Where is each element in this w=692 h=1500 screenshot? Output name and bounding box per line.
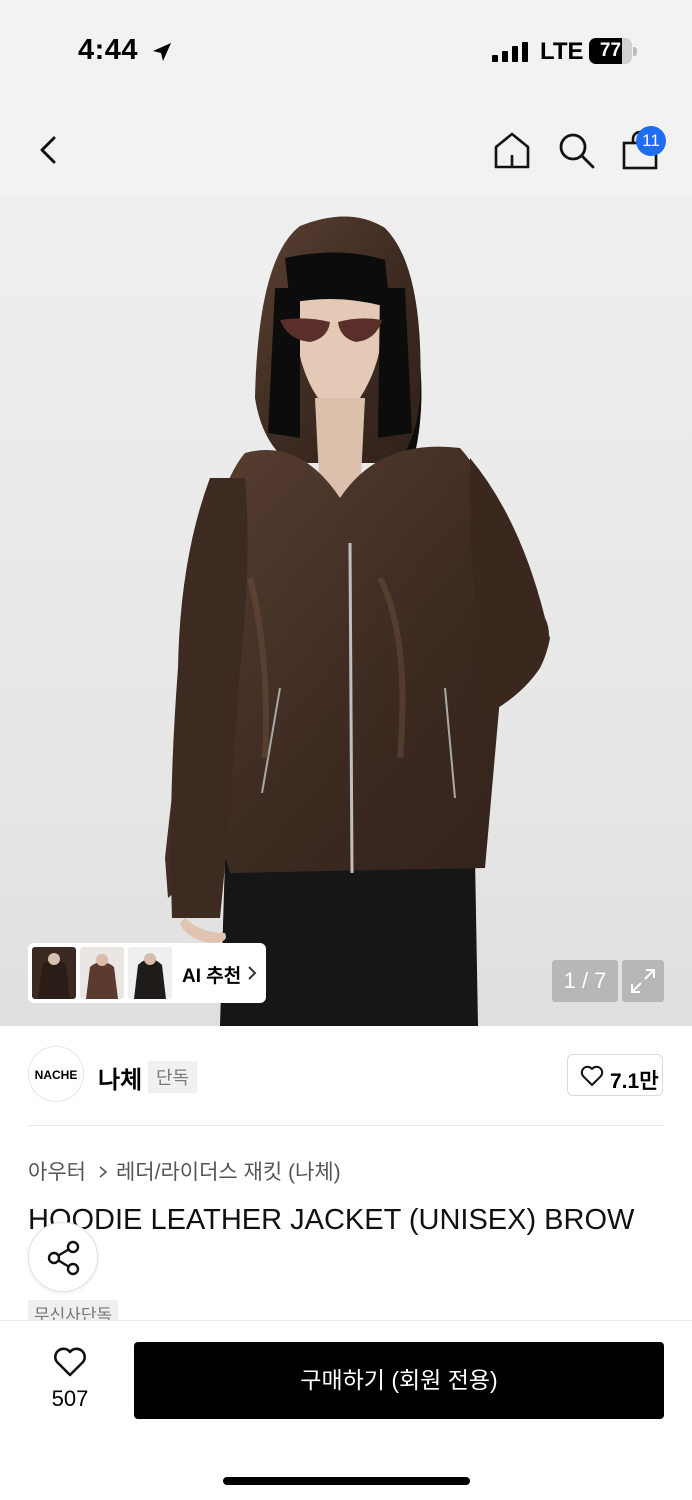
model-leather-jacket-photo: [165, 216, 550, 1026]
network-type: LTE: [540, 38, 584, 65]
section-divider: [28, 1125, 664, 1126]
brand-row: NACHE 나체 단독 7.1만: [0, 1026, 692, 1126]
search-icon[interactable]: [556, 130, 596, 170]
status-time: 4:44: [78, 34, 139, 66]
cellular-signal-icon: [492, 42, 528, 62]
location-arrow-icon: [153, 43, 171, 61]
ai-recommend-strip[interactable]: AI 추천: [28, 943, 266, 1003]
heart-icon: [580, 1065, 604, 1086]
ai-thumbnail-2[interactable]: [80, 947, 124, 999]
exclusive-badge: 단독: [148, 1061, 198, 1093]
ai-thumbnail-1[interactable]: [32, 947, 76, 999]
product-image[interactable]: [0, 198, 692, 1026]
status-bar: 4:44 LTE 77: [0, 0, 692, 100]
image-page-indicator: 1 / 7: [552, 960, 618, 1002]
back-chevron-icon[interactable]: [34, 132, 64, 168]
battery-icon: 77: [589, 38, 637, 64]
favorite-heart-icon[interactable]: [52, 1346, 88, 1378]
top-nav-bar: 11: [0, 100, 692, 198]
cart-count-badge: 11: [636, 126, 666, 156]
battery-level: 77: [599, 40, 622, 61]
buy-button[interactable]: 구매하기 (회원 전용): [134, 1342, 664, 1419]
favorite-count: 507: [51, 1386, 89, 1411]
breadcrumb-category[interactable]: 아우터: [28, 1161, 86, 1184]
home-icon[interactable]: [492, 130, 532, 170]
brand-like-count: 7.1만: [610, 1070, 659, 1093]
share-icon: [47, 1240, 80, 1276]
product-title: HOODIE LEATHER JACKET (UNISEX) BROW: [28, 1204, 635, 1236]
expand-icon: [631, 969, 655, 993]
share-button[interactable]: [28, 1222, 98, 1292]
chevron-right-icon: [99, 1166, 108, 1178]
breadcrumb-subcategory[interactable]: 레더/라이더스 재킷 (나체): [116, 1161, 341, 1184]
ai-thumbnail-3[interactable]: [128, 947, 172, 999]
brand-name[interactable]: 나체: [98, 1060, 142, 1095]
expand-image-button[interactable]: [622, 960, 664, 1002]
brand-logo[interactable]: NACHE: [28, 1046, 84, 1102]
ai-recommend-label: AI 추천: [182, 966, 242, 987]
chevron-right-icon: [248, 966, 257, 980]
breadcrumb: 아우터 레더/라이더스 재킷 (나체): [28, 1156, 341, 1186]
home-indicator[interactable]: [223, 1477, 470, 1485]
brand-like-button[interactable]: 7.1만: [567, 1054, 663, 1096]
title-overflow-mask: [0, 1238, 692, 1278]
